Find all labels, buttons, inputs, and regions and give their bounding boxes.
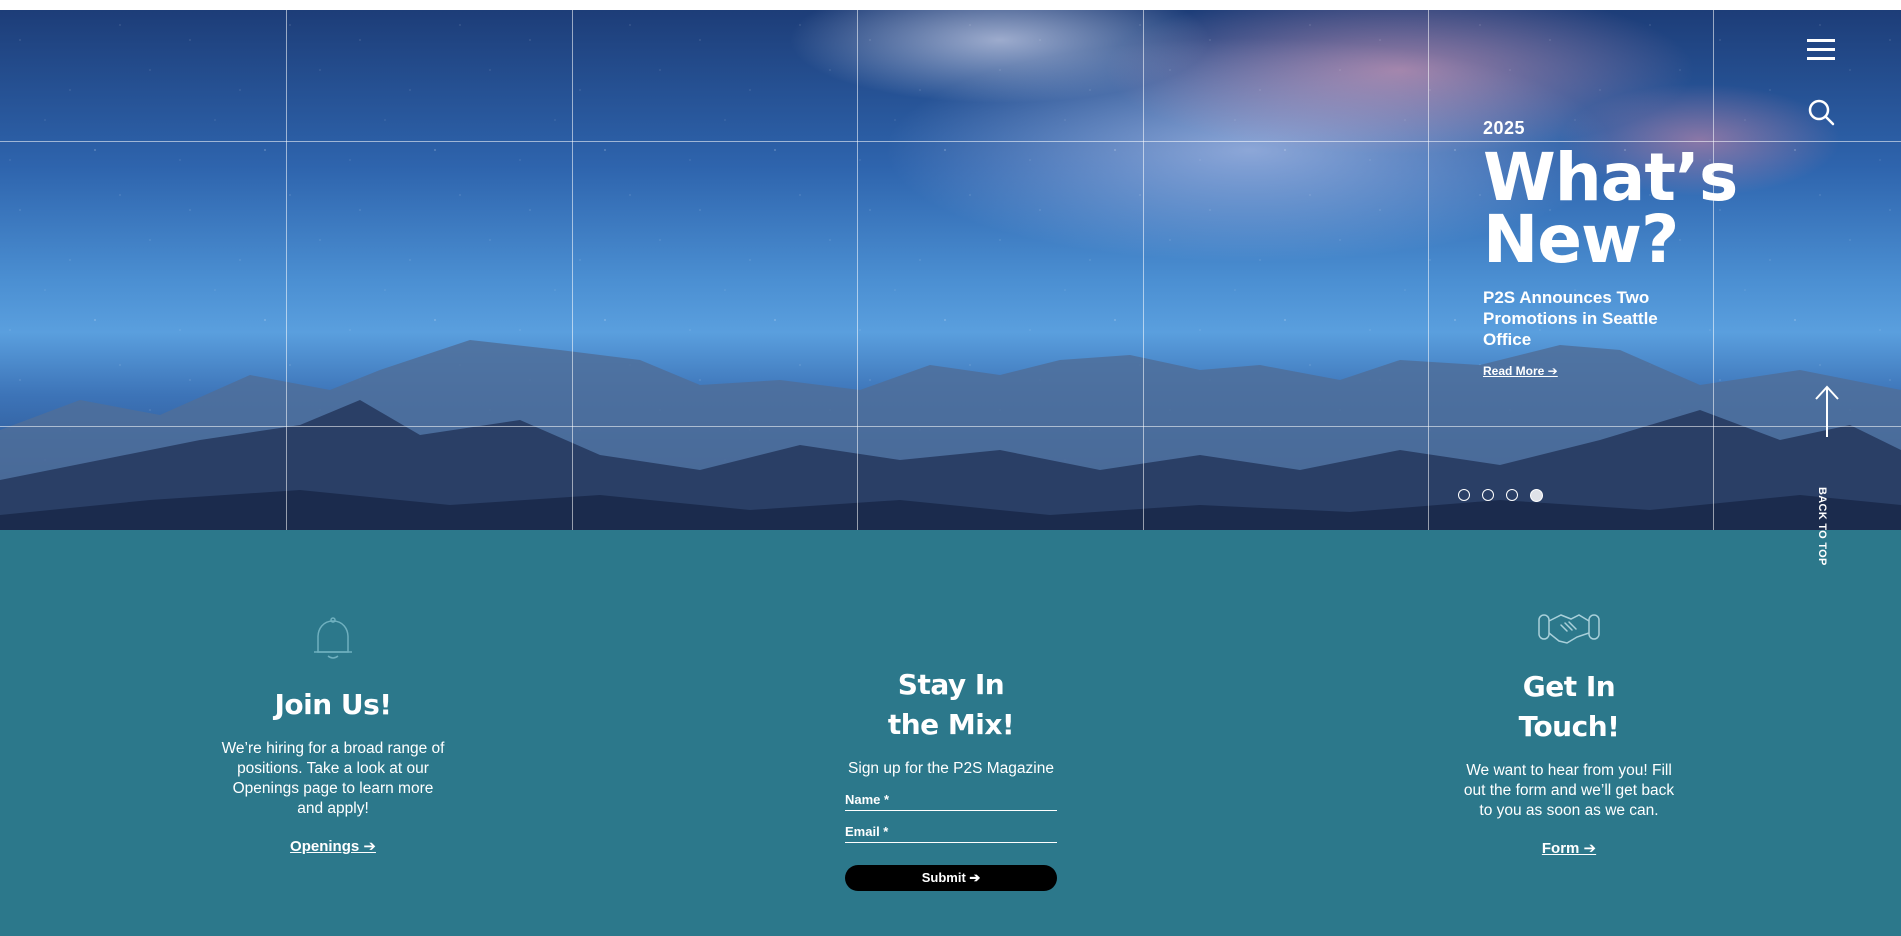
handshake-icon (1538, 614, 1600, 644)
back-to-top-label[interactable]: BACK TO TOP (1816, 487, 1828, 566)
contact-section: Get In Touch! We want to hear from you! F… (1460, 605, 1678, 858)
footer-cta-band: Join Us! We’re hiring for a broad range … (0, 530, 1901, 936)
name-input[interactable] (845, 792, 1057, 807)
contact-body: We want to hear from you! Fill out the f… (1463, 762, 1675, 819)
carousel-dot[interactable] (1506, 489, 1518, 501)
carousel-dot[interactable] (1482, 489, 1494, 501)
news-title: What’s New? (1483, 139, 1738, 278)
email-field (845, 823, 1057, 843)
carousel-dot-active[interactable] (1530, 489, 1543, 502)
news-headline: P2S Announces Two Promotions in Seattle … (1483, 288, 1658, 349)
email-input[interactable] (845, 824, 1057, 839)
submit-button[interactable]: Submit ➔ (845, 865, 1057, 891)
hero-banner: 2025 What’s New? P2S Announces Two Promot… (0, 10, 1901, 530)
read-more-link[interactable]: Read More ➔ (1483, 364, 1558, 378)
openings-link[interactable]: Openings ➔ (290, 837, 376, 855)
page: 2025 What’s New? P2S Announces Two Promot… (0, 0, 1901, 936)
name-field (845, 791, 1057, 811)
join-us-section: Join Us! We’re hiring for a broad range … (220, 615, 446, 856)
join-us-body: We’re hiring for a broad range of positi… (221, 740, 445, 817)
hamburger-menu-icon[interactable] (1807, 39, 1835, 63)
contact-title: Get In Touch! (1518, 670, 1620, 743)
news-feature: 2025 What’s New? P2S Announces Two Promot… (1483, 118, 1753, 380)
news-year: 2025 (1483, 118, 1526, 138)
carousel-dots (1458, 489, 1543, 502)
search-icon[interactable] (1807, 98, 1835, 126)
carousel-dot[interactable] (1458, 489, 1470, 501)
newsletter-body: Sign up for the P2S Magazine (848, 760, 1054, 777)
bell-icon (314, 617, 352, 659)
form-link[interactable]: Form ➔ (1542, 839, 1596, 857)
newsletter-title: Stay In the Mix! (887, 668, 1015, 741)
newsletter-section: Stay In the Mix! Sign up for the P2S Maga… (845, 665, 1057, 891)
join-us-title: Join Us! (274, 688, 392, 721)
